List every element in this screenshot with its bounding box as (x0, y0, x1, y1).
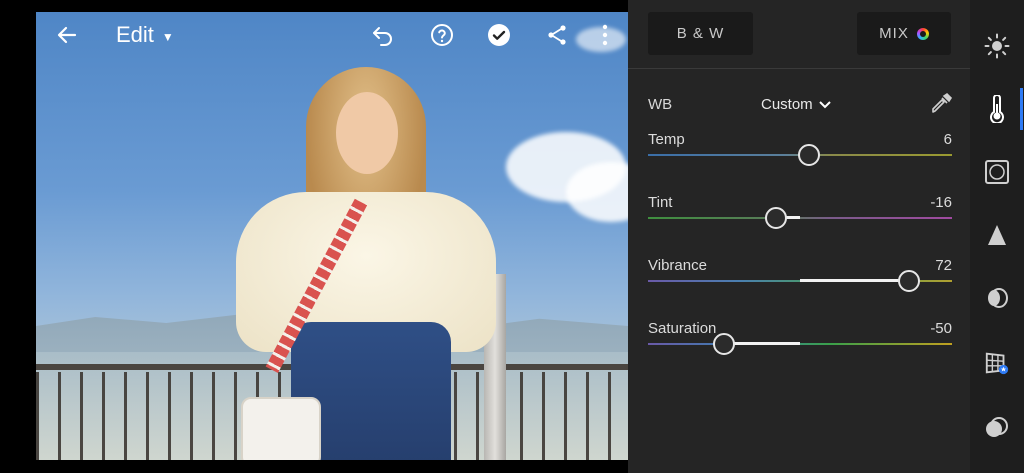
saturation-label: Saturation (648, 320, 717, 337)
vibrance-fill (800, 279, 910, 282)
tint-slider[interactable]: Tint -16 (648, 194, 952, 244)
saturation-value: -50 (930, 320, 952, 337)
more-vertical-icon[interactable] (592, 20, 618, 50)
saturation-slider[interactable]: Saturation -50 (648, 320, 952, 370)
color-panel: B & W MIX WB Custom Temp 6 Tint -16 Vibr… (628, 0, 970, 473)
tool-rail (970, 0, 1024, 473)
chevron-down-icon (818, 100, 831, 108)
temp-value: 6 (943, 131, 952, 148)
photo-canvas[interactable] (36, 12, 628, 460)
active-tool-indicator (1020, 88, 1023, 130)
undo-icon[interactable] (368, 20, 398, 50)
mix-label: MIX (879, 25, 909, 42)
handbag (241, 397, 321, 460)
tint-label: Tint (648, 194, 673, 211)
checkmark-icon[interactable] (484, 20, 514, 50)
wb-dropdown[interactable]: Custom (761, 96, 831, 113)
color-wheel-icon (916, 27, 929, 40)
wb-label: WB (648, 96, 673, 113)
tint-track[interactable] (648, 217, 952, 219)
edit-label: Edit (116, 22, 154, 47)
geometry-icon[interactable] (984, 350, 1010, 376)
white-balance-row: WB Custom (648, 92, 953, 116)
temp-knob[interactable] (798, 144, 821, 166)
share-icon[interactable] (542, 20, 572, 50)
optics-icon[interactable] (984, 285, 1010, 311)
vibrance-slider[interactable]: Vibrance 72 (648, 257, 952, 307)
panel-divider (628, 68, 970, 69)
wb-value: Custom (761, 96, 813, 113)
vibrance-label: Vibrance (648, 257, 707, 274)
photo-toolbar: Edit ▼ (36, 12, 628, 58)
arrow-left-icon[interactable] (52, 20, 82, 50)
effects-icon[interactable] (984, 159, 1010, 185)
subject-face (336, 92, 398, 174)
healing-icon[interactable] (984, 414, 1010, 440)
caret-down-icon: ▼ (161, 29, 174, 44)
edit-mode-dropdown[interactable]: Edit ▼ (116, 20, 174, 50)
mix-button[interactable]: MIX (857, 12, 951, 55)
tint-value: -16 (930, 194, 952, 211)
tint-knob[interactable] (764, 207, 787, 229)
saturation-fill (724, 342, 800, 345)
saturation-knob[interactable] (713, 333, 735, 355)
temp-label: Temp (648, 131, 685, 148)
light-icon[interactable] (984, 33, 1010, 59)
saturation-track[interactable] (648, 343, 952, 345)
bw-button[interactable]: B & W (648, 12, 753, 55)
eyedropper-icon[interactable] (929, 92, 953, 120)
help-icon[interactable] (427, 20, 457, 50)
color-icon[interactable] (984, 95, 1010, 123)
vibrance-value: 72 (935, 257, 952, 274)
detail-icon[interactable] (984, 222, 1010, 248)
vibrance-knob[interactable] (898, 270, 921, 292)
temp-slider[interactable]: Temp 6 (648, 131, 952, 181)
